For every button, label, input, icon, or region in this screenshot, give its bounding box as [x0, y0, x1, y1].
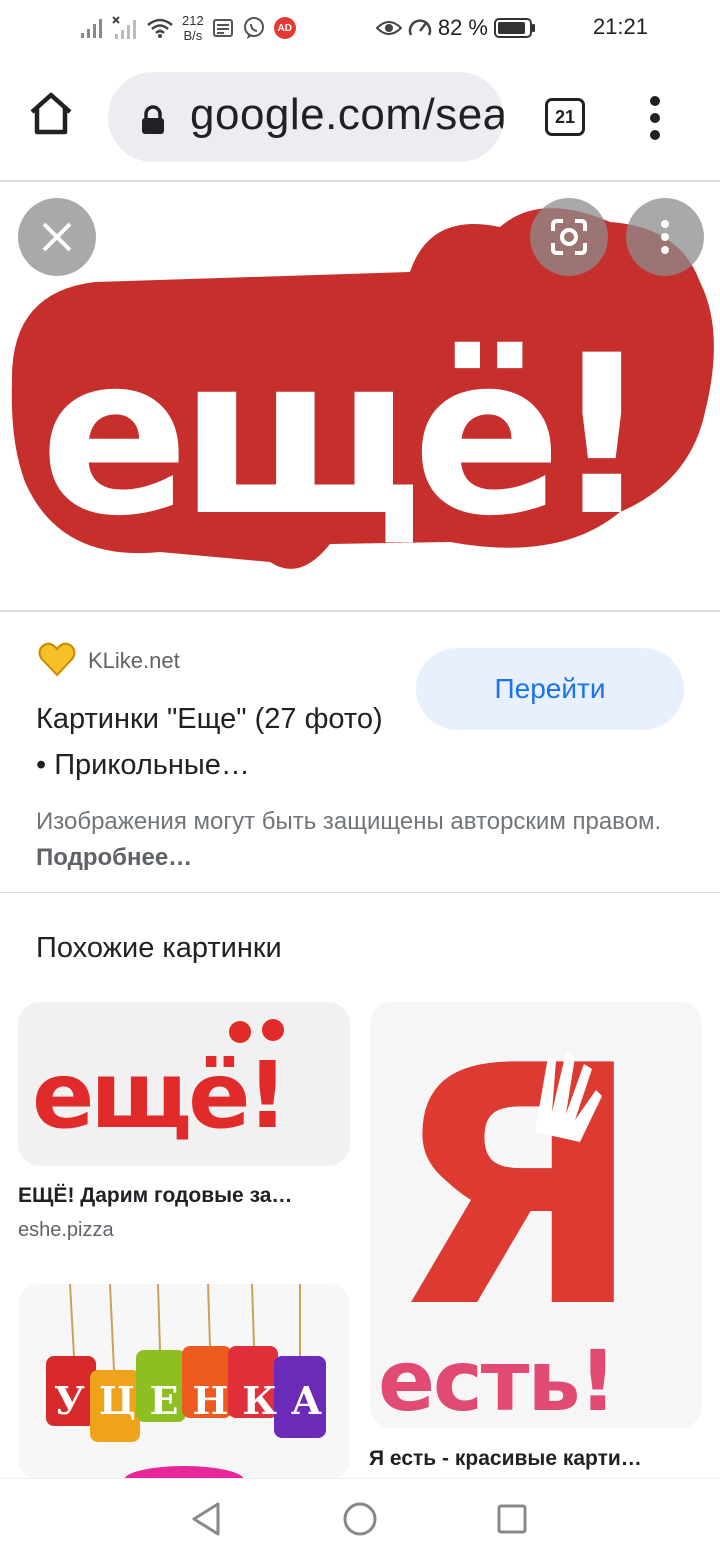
eye-comfort-icon	[375, 21, 402, 35]
lock-icon	[142, 105, 164, 134]
net-speed-unit: B/s	[183, 28, 203, 43]
source-name[interactable]: KLike.net	[88, 648, 180, 674]
back-icon[interactable]	[190, 1501, 222, 1537]
clock: 21:21	[592, 14, 648, 39]
more-vert-icon-dot	[650, 113, 660, 123]
related-caption-2[interactable]: Я есть - красивые карти…	[369, 1447, 642, 1471]
url-text: google.com/search	[190, 90, 504, 139]
related-image-3[interactable]: УЦЕНКА	[18, 1284, 350, 1480]
home-button[interactable]	[28, 92, 80, 144]
more-vert-icon-dot	[650, 96, 660, 106]
result-title[interactable]: Картинки "Еще" (27 фото) • Прикольные…	[36, 696, 396, 788]
copyright-notice: Изображения могут быть защищены авторски…	[36, 804, 696, 876]
browser-menu-button[interactable]	[640, 96, 670, 140]
net-speed: 212 B/s	[182, 13, 204, 43]
goto-button[interactable]: Перейти	[416, 648, 684, 730]
news-icon	[212, 19, 233, 37]
wifi-icon	[147, 18, 173, 38]
site-favicon	[38, 642, 76, 677]
status-right: 82 %	[375, 10, 536, 46]
battery-percent: 82 %	[437, 15, 488, 40]
related-image-2-picture: Я есть!	[370, 1002, 702, 1428]
learn-more-link[interactable]: Подробнее…	[36, 844, 192, 871]
speedometer-icon	[408, 19, 432, 36]
battery-icon	[494, 18, 535, 38]
related-source-1: eshe.pizza	[18, 1219, 114, 1241]
related-image-3-text: УЦЕНКА	[54, 1378, 336, 1423]
hero-text: ещё!	[40, 308, 642, 564]
hero-image: ещё!	[11, 208, 714, 569]
image-divider	[0, 610, 720, 612]
system-nav-bar	[0, 1478, 720, 1561]
home-icon	[30, 92, 72, 135]
copyright-text: Изображения могут быть защищены авторски…	[36, 808, 662, 835]
close-viewer-button[interactable]	[18, 198, 96, 276]
lens-icon	[551, 219, 587, 255]
more-vert-icon	[661, 220, 669, 254]
related-caption-1[interactable]: ЕЩЁ! Дарим годовые за…	[18, 1184, 292, 1208]
net-speed-value: 212	[182, 13, 204, 28]
related-image-2-small-text: есть!	[378, 1332, 615, 1428]
url-bar[interactable]: google.com/search	[108, 72, 504, 162]
related-image-2[interactable]: Я есть!	[370, 1002, 702, 1428]
adblock-badge: AD	[273, 17, 296, 39]
signal-no-sim-icon	[112, 16, 136, 39]
home-circle-icon[interactable]	[342, 1501, 378, 1537]
related-image-1[interactable]: ещё!	[18, 1002, 350, 1166]
status-left: 212 B/s AD	[80, 10, 296, 46]
browser-toolbar: google.com/search 21	[0, 62, 720, 174]
viber-icon	[243, 17, 264, 39]
more-vert-icon-dot	[650, 130, 660, 140]
image-options-button[interactable]	[626, 198, 704, 276]
info-divider	[0, 892, 720, 893]
status-bar: 212 B/s AD 82 % 21:21	[0, 0, 720, 56]
related-image-1-text: ещё!	[32, 1042, 284, 1149]
related-image-1-picture: ещё!	[18, 1002, 350, 1166]
recents-icon[interactable]	[496, 1503, 528, 1535]
tabs-button[interactable]: 21	[545, 98, 585, 136]
signal-icon	[81, 19, 102, 38]
related-image-3-picture: УЦЕНКА	[18, 1284, 350, 1480]
lens-button[interactable]	[530, 198, 608, 276]
related-heading: Похожие картинки	[36, 932, 282, 964]
image-viewer[interactable]: ещё!	[0, 182, 720, 610]
close-icon	[42, 222, 72, 252]
related-image-2-big-text: Я	[390, 1002, 644, 1380]
